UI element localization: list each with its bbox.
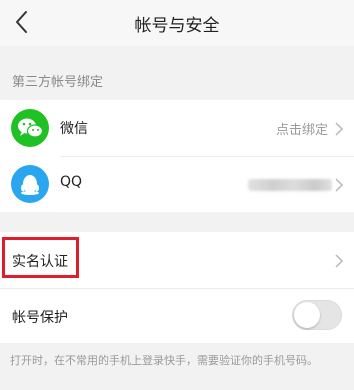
wechat-row[interactable]: 微信 点击绑定 <box>0 100 354 156</box>
highlight-box <box>2 237 79 278</box>
third-party-section-header: 第三方帐号绑定 <box>12 75 104 90</box>
chevron-right-icon <box>334 253 344 269</box>
account-protection-toggle[interactable] <box>292 300 342 330</box>
nav-bar: 帐号与安全 <box>0 0 354 46</box>
chevron-right-icon <box>334 121 344 137</box>
third-party-card: 微信 点击绑定 QQ <box>0 100 354 212</box>
account-protection-label: 帐号保护 <box>12 310 68 326</box>
chevron-right-icon <box>334 177 344 193</box>
wechat-label: 微信 <box>60 121 88 137</box>
protection-footnote: 打开时，在不常用的手机上登录快手，需要验证你的手机号码。 <box>10 354 318 367</box>
qq-label: QQ <box>60 174 83 190</box>
qq-account-redacted <box>248 179 332 191</box>
page-title: 帐号与安全 <box>134 16 220 36</box>
toggle-knob <box>294 302 320 328</box>
wechat-icon <box>11 109 49 147</box>
qq-penguin-icon <box>11 165 49 203</box>
qq-row[interactable]: QQ <box>0 156 354 212</box>
wechat-bind-status[interactable]: 点击绑定 <box>276 119 328 138</box>
